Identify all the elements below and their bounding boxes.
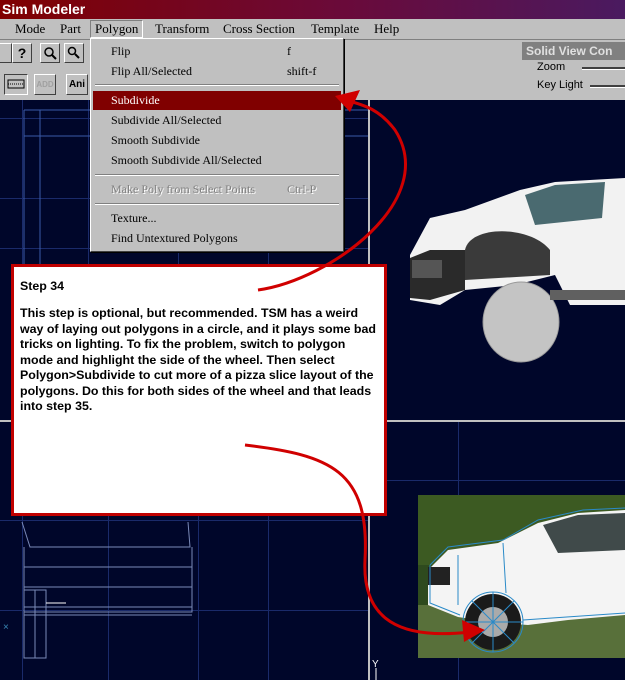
- menu-item-subdivide[interactable]: Subdivide: [93, 91, 341, 110]
- menu-item-shortcut: shift-f: [287, 64, 317, 78]
- menu-item-shortcut: f: [287, 44, 291, 58]
- menu-separator: [95, 203, 339, 205]
- menu-item-smooth-subdivide[interactable]: Smooth Subdivide: [93, 131, 341, 150]
- zoom-slider[interactable]: [582, 67, 625, 70]
- jeep-solid-model: [410, 178, 625, 363]
- menu-item-smooth-subdivide-all[interactable]: Smooth Subdivide All/Selected: [93, 151, 341, 170]
- menu-cross-section[interactable]: Cross Section: [219, 21, 299, 37]
- key-light-label: Key Light: [537, 79, 583, 91]
- animate-icon[interactable]: Ani: [66, 74, 88, 95]
- window-title: Sim Modeler: [2, 1, 86, 17]
- menu-polygon[interactable]: Polygon: [90, 20, 144, 38]
- menu-item-flip[interactable]: Flip f: [93, 42, 341, 61]
- menu-help[interactable]: Help: [370, 21, 403, 37]
- menu-item-label: Flip: [111, 44, 131, 58]
- menu-item-label: Find Untextured Polygons: [111, 231, 238, 245]
- annotation-body: This step is optional, but recommended. …: [20, 306, 376, 413]
- menu-item-label: Flip All/Selected: [111, 64, 192, 78]
- help-icon[interactable]: ?: [12, 43, 32, 63]
- jeep-template-photo: [418, 495, 625, 658]
- toolbar-button[interactable]: [0, 43, 12, 63]
- menu-mode[interactable]: Mode: [11, 21, 49, 37]
- menu-item-flip-all[interactable]: Flip All/Selected shift-f: [93, 62, 341, 81]
- zoom-out-icon[interactable]: [64, 43, 84, 63]
- key-light-slider[interactable]: [590, 85, 625, 88]
- menu-bar: Mode Part Polygon Transform Cross Sectio…: [0, 19, 625, 40]
- annotation-heading: Step 34: [20, 279, 65, 293]
- polygon-dropdown-menu: Flip f Flip All/Selected shift-f Subdivide…: [90, 38, 344, 252]
- window-title-bar: Sim Modeler: [0, 0, 625, 19]
- menu-item-find-untextured[interactable]: Find Untextured Polygons: [93, 229, 341, 248]
- menu-item-label: Texture...: [111, 211, 157, 225]
- solid-view-panel-title: Solid View Con: [522, 42, 625, 60]
- menu-item-label: Smooth Subdivide All/Selected: [111, 153, 262, 167]
- menu-item-label: Subdivide All/Selected: [111, 113, 222, 127]
- menu-item-shortcut: Ctrl-P: [287, 182, 317, 196]
- menu-item-make-poly[interactable]: Make Poly from Select Points Ctrl-P: [93, 180, 341, 199]
- wheel-wireframe-overlay: [429, 507, 625, 653]
- add-icon[interactable]: ADD: [34, 74, 56, 95]
- tutorial-annotation: Step 34 This step is optional, but recom…: [11, 264, 387, 516]
- menu-part[interactable]: Part: [56, 21, 85, 37]
- menu-item-label: Smooth Subdivide: [111, 133, 201, 147]
- menu-item-subdivide-all[interactable]: Subdivide All/Selected: [93, 111, 341, 130]
- viewport-solid-view[interactable]: [370, 100, 625, 420]
- menu-item-label: Make Poly from Select Points: [111, 182, 255, 196]
- svg-text:×: ×: [3, 622, 9, 633]
- menu-item-texture[interactable]: Texture...: [93, 209, 341, 228]
- menu-template[interactable]: Template: [307, 21, 363, 37]
- menu-separator: [95, 84, 339, 86]
- menu-transform[interactable]: Transform: [151, 21, 213, 37]
- wire-view-icon[interactable]: [4, 74, 28, 95]
- menu-item-label: Subdivide: [111, 93, 160, 107]
- menu-separator: [95, 174, 339, 176]
- zoom-label: Zoom: [537, 61, 566, 73]
- zoom-in-icon[interactable]: [40, 43, 60, 63]
